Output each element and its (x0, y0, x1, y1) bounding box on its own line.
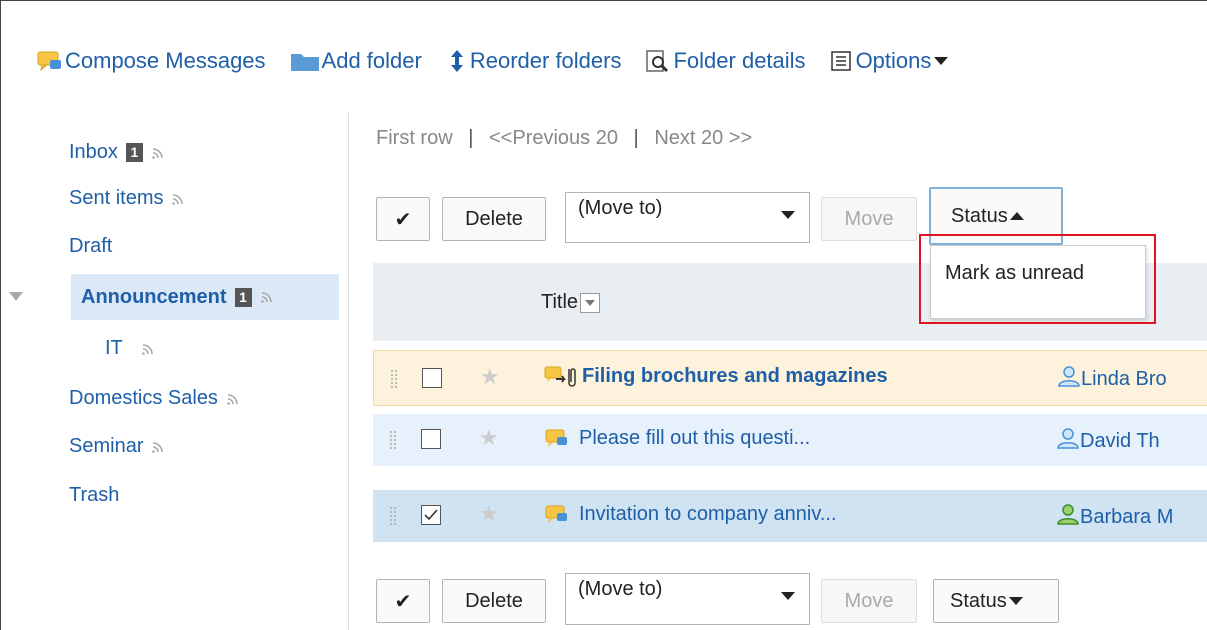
sidebar-item-label: IT (105, 337, 123, 359)
sidebar-item-domestics-sales[interactable]: Domestics Sales (69, 387, 240, 410)
sidebar-item-label: Draft (69, 235, 113, 257)
sidebar-item-seminar[interactable]: Seminar (69, 435, 165, 458)
row-checkbox[interactable] (421, 429, 441, 449)
details-magnifier-icon (645, 49, 671, 73)
previous-page-link[interactable]: <<Previous 20 (489, 127, 618, 149)
sort-dropdown-icon (580, 292, 601, 313)
pager: First row | <<Previous 20 | Next 20 >> (376, 127, 752, 150)
rss-icon (151, 440, 165, 454)
checkmark-icon (424, 509, 438, 521)
sender-link[interactable]: David Th (1056, 427, 1160, 455)
message-icon (545, 504, 571, 526)
status-label: Status (951, 204, 1008, 227)
sidebar-item-draft[interactable]: Draft (69, 235, 112, 258)
move-to-select[interactable]: (Move to) (565, 192, 810, 243)
sender-link[interactable]: Linda Bro (1057, 365, 1167, 393)
status-button-bottom[interactable]: Status (933, 579, 1059, 623)
rss-icon (226, 392, 240, 406)
options-list-icon (830, 50, 854, 72)
chevron-down-icon (934, 57, 949, 65)
add-folder-label: Add folder (321, 48, 422, 73)
add-folder-link[interactable]: Add folder (290, 48, 422, 74)
annotation-highlight-box (919, 234, 1156, 324)
sidebar-item-sent-items[interactable]: Sent items (69, 187, 185, 210)
drag-handle-icon[interactable] (389, 506, 397, 526)
move-to-value: (Move to) (578, 197, 663, 219)
message-row[interactable]: ★ Invitation to company anniv... Barbara… (373, 490, 1207, 542)
reorder-folders-label: Reorder folders (469, 48, 622, 73)
rss-icon (171, 192, 185, 206)
rss-icon (141, 342, 155, 356)
message-title-link[interactable]: Invitation to company anniv... (579, 503, 837, 526)
drag-handle-icon[interactable] (389, 430, 397, 450)
message-row[interactable]: ★ Filing brochures and magazines Linda B… (373, 350, 1207, 406)
folder-details-label: Folder details (673, 48, 806, 73)
sender-name: Barbara M (1080, 505, 1174, 528)
drag-handle-icon[interactable] (390, 369, 398, 389)
message-title-link[interactable]: Filing brochures and magazines (582, 365, 888, 388)
star-icon[interactable]: ★ (480, 364, 500, 390)
row-checkbox-checked[interactable] (421, 505, 441, 525)
options-menu[interactable]: Options (830, 48, 949, 74)
move-button-bottom[interactable]: Move (821, 579, 917, 623)
chevron-up-icon (1009, 212, 1024, 220)
unread-count-badge: 1 (125, 143, 143, 162)
compose-messages-label: Compose Messages (65, 48, 266, 73)
first-row-link[interactable]: First row (376, 127, 453, 149)
title-column-header[interactable]: Title (541, 291, 601, 314)
sidebar-item-label: Sent items (69, 187, 164, 209)
select-all-button-bottom[interactable]: ✔ (376, 579, 430, 623)
rss-icon (260, 290, 274, 304)
reorder-folders-link[interactable]: Reorder folders (446, 48, 622, 74)
star-icon[interactable]: ★ (479, 425, 499, 451)
sidebar-item-announcement[interactable]: Announcement 1 (9, 274, 339, 320)
row-checkbox[interactable] (422, 368, 442, 388)
folder-icon (290, 50, 320, 72)
sidebar-item-label: Trash (69, 484, 120, 506)
move-to-select-bottom[interactable]: (Move to) (565, 573, 810, 625)
move-button[interactable]: Move (821, 197, 917, 241)
message-with-attachment-icon (544, 365, 580, 391)
message-icon (545, 428, 571, 450)
sidebar-item-label: Domestics Sales (69, 387, 218, 409)
dropdown-arrow-icon (781, 592, 795, 600)
options-label: Options (855, 48, 932, 73)
sidebar-item-it[interactable]: IT (105, 337, 155, 360)
screenshot-frame: Compose Messages Add folder Reorder fold… (0, 0, 1207, 630)
select-all-button[interactable]: ✔ (376, 197, 430, 241)
unread-count-badge: 1 (234, 287, 252, 307)
message-title-link[interactable]: Please fill out this questi... (579, 427, 810, 450)
reorder-arrows-icon (446, 49, 468, 73)
message-icon (37, 50, 63, 72)
status-label: Status (950, 589, 1007, 612)
sidebar-item-trash[interactable]: Trash (69, 484, 119, 507)
folder-details-link[interactable]: Folder details (645, 48, 806, 74)
pager-separator: | (633, 127, 639, 149)
star-icon[interactable]: ★ (479, 501, 499, 527)
delete-button[interactable]: Delete (442, 197, 546, 241)
next-page-link[interactable]: Next 20 >> (654, 127, 752, 149)
delete-button-bottom[interactable]: Delete (442, 579, 546, 623)
collapse-triangle-icon (9, 292, 23, 301)
sidebar-item-inbox[interactable]: Inbox 1 (69, 141, 165, 164)
chevron-down-icon (1008, 597, 1023, 605)
pager-separator: | (468, 127, 474, 149)
title-header-label: Title (541, 291, 579, 313)
message-row[interactable]: ★ Please fill out this questi... David T… (373, 414, 1207, 466)
user-icon (1057, 365, 1081, 393)
dropdown-arrow-icon (781, 211, 795, 219)
sidebar-item-label: Inbox (69, 141, 118, 163)
sender-name: David Th (1080, 429, 1160, 452)
sidebar-item-label: Announcement (81, 285, 227, 308)
rss-icon (151, 146, 165, 160)
move-to-value: (Move to) (578, 578, 663, 600)
sidebar-item-label: Seminar (69, 435, 144, 457)
toolbar: Compose Messages Add folder Reorder fold… (37, 43, 972, 79)
sender-name: Linda Bro (1081, 367, 1167, 390)
user-icon (1056, 503, 1080, 531)
sidebar-divider (348, 113, 349, 630)
sender-link[interactable]: Barbara M (1056, 503, 1173, 531)
compose-messages-link[interactable]: Compose Messages (37, 48, 266, 74)
user-icon (1056, 427, 1080, 455)
